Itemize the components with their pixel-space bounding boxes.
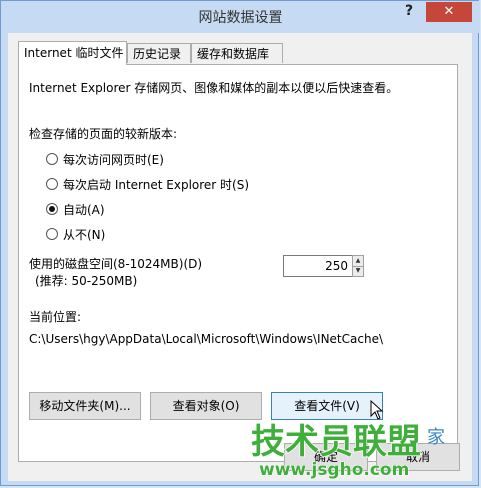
radio-label-every-start[interactable]: 每次启动 Internet Explorer 时(S) <box>63 176 249 193</box>
watermark-logo: 技术员联盟 家 www.jsgho.com <box>250 421 445 480</box>
disk-space-hint: (推荐: 50-250MB) <box>35 274 138 288</box>
radio-label-never[interactable]: 从不(N) <box>63 226 105 243</box>
radio-automatic[interactable] <box>46 203 58 215</box>
spin-down-icon[interactable]: ▼ <box>353 266 363 276</box>
radio-every-start[interactable] <box>46 178 58 190</box>
close-button[interactable]: ✕ <box>426 2 472 22</box>
current-location-label: 当前位置: <box>29 310 82 324</box>
radio-every-visit[interactable] <box>46 153 58 165</box>
view-objects-button[interactable]: 查看对象(O) <box>150 392 262 420</box>
watermark-url: www.jsgho.com <box>259 460 409 480</box>
radio-label-automatic[interactable]: 自动(A) <box>63 201 105 218</box>
radio-label-every-visit[interactable]: 每次访问网页时(E) <box>63 151 164 168</box>
tab-cache-db[interactable]: 缓存和数据库 <box>191 43 283 63</box>
help-button[interactable]: ? <box>397 3 421 23</box>
check-versions-label: 检查存储的页面的较新版本: <box>29 127 178 141</box>
temp-files-panel: Internet Explorer 存储网页、图像和媒体的副本以便以后快速查看。… <box>18 64 458 462</box>
view-files-button[interactable]: 查看文件(V) <box>271 392 383 420</box>
dialog-client: Internet 临时文件 历史记录 缓存和数据库 Internet Explo… <box>8 33 472 481</box>
disk-space-input[interactable]: 250 <box>283 255 353 277</box>
tab-temp-files[interactable]: Internet 临时文件 <box>18 41 127 65</box>
radio-never[interactable] <box>46 228 58 240</box>
move-folder-button[interactable]: 移动文件夹(M)... <box>29 392 141 420</box>
close-icon: ✕ <box>443 4 455 19</box>
disk-space-spinner[interactable]: ▲ ▼ <box>352 255 364 277</box>
title-bar: 网站数据设置 ? ✕ <box>1 1 480 33</box>
tab-history[interactable]: 历史记录 <box>127 43 191 63</box>
dialog-window: 网站数据设置 ? ✕ Internet 临时文件 历史记录 缓存和数据库 Int… <box>0 0 480 486</box>
disk-space-label: 使用的磁盘空间(8-1024MB)(D) <box>29 257 203 271</box>
current-location-path: C:\Users\hgy\AppData\Local\Microsoft\Win… <box>29 332 383 346</box>
watermark-brand: 技术员联盟 <box>251 422 421 462</box>
description-text: Internet Explorer 存储网页、图像和媒体的副本以便以后快速查看。 <box>29 81 399 95</box>
watermark-tail: 家 <box>427 427 445 448</box>
